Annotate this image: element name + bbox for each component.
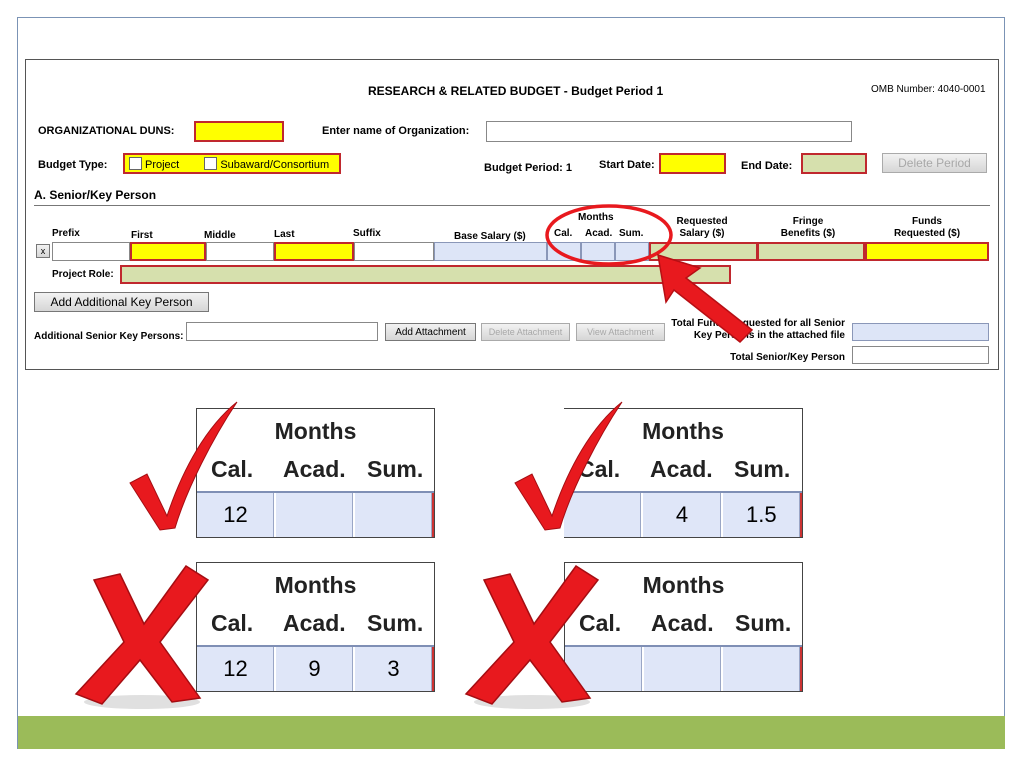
budget-type-label: Budget Type: bbox=[38, 159, 108, 171]
budget-type-group: Project Subaward/Consortium bbox=[123, 153, 341, 174]
form-title: RESEARCH & RELATED BUDGET - Budget Perio… bbox=[368, 84, 664, 98]
zoom-sum: Sum. bbox=[735, 610, 792, 636]
delete-period-button[interactable]: Delete Period bbox=[882, 153, 987, 173]
add-key-person-button[interactable]: Add Additional Key Person bbox=[34, 292, 209, 312]
project-role-label: Project Role: bbox=[52, 269, 114, 280]
footer-bar bbox=[18, 716, 1005, 749]
additional-senior-label: Additional Senior Key Persons: bbox=[34, 331, 184, 342]
remove-row-button[interactable]: x bbox=[36, 244, 50, 258]
zoom-sum-value: 3 bbox=[355, 647, 434, 691]
zoom-acad: Acad. bbox=[283, 610, 346, 636]
col-first: First bbox=[131, 230, 153, 241]
last-name-field[interactable] bbox=[274, 242, 354, 261]
example-incorrect-all: Months Cal. Acad. Sum. 12 9 3 bbox=[196, 562, 435, 692]
prefix-field[interactable] bbox=[52, 242, 130, 261]
end-date-field[interactable] bbox=[801, 153, 867, 174]
col-fringe-line2: Benefits ($) bbox=[780, 228, 836, 239]
omb-number: OMB Number: 4040-0001 bbox=[871, 84, 986, 95]
subaward-option-label: Subaward/Consortium bbox=[220, 159, 330, 171]
zoom-sum: Sum. bbox=[367, 456, 424, 482]
first-name-field[interactable] bbox=[130, 242, 206, 261]
total-senior-field[interactable] bbox=[852, 346, 989, 364]
zoom-sum-value: 1.5 bbox=[723, 493, 802, 537]
start-date-field[interactable] bbox=[659, 153, 726, 174]
section-divider bbox=[34, 205, 990, 206]
zoom-acad: Acad. bbox=[650, 456, 713, 482]
end-date-label: End Date: bbox=[741, 160, 793, 172]
col-last: Last bbox=[274, 229, 295, 240]
col-funds-line2: Requested ($) bbox=[893, 228, 961, 239]
zoom-cal: Cal. bbox=[211, 610, 254, 636]
base-salary-field[interactable] bbox=[434, 242, 547, 261]
org-label: Enter name of Organization: bbox=[322, 125, 470, 137]
zoom-acad-value: 4 bbox=[643, 493, 723, 537]
zoom-acad: Acad. bbox=[651, 610, 714, 636]
duns-field[interactable] bbox=[194, 121, 284, 142]
col-funds-line1: Funds bbox=[912, 216, 942, 227]
section-title: A. Senior/Key Person bbox=[34, 188, 157, 202]
zoom-sum-value bbox=[723, 647, 802, 691]
x-mark-icon bbox=[74, 564, 210, 709]
project-checkbox[interactable] bbox=[129, 157, 142, 170]
checkmark-icon bbox=[129, 401, 238, 531]
total-senior-label: Total Senior/Key Person bbox=[730, 352, 845, 363]
zoom-acad-value: 9 bbox=[276, 647, 355, 691]
zoom-row: 12 9 3 bbox=[197, 645, 434, 691]
col-fringe: Fringe Benefits ($) bbox=[773, 216, 843, 240]
zoom-sum: Sum. bbox=[367, 610, 424, 636]
zoom-acad-value bbox=[644, 647, 723, 691]
middle-name-field[interactable] bbox=[206, 242, 274, 261]
col-prefix: Prefix bbox=[52, 228, 80, 239]
duns-label: ORGANIZATIONAL DUNS: bbox=[38, 125, 175, 137]
zoom-sum-value bbox=[355, 493, 434, 537]
delete-attachment-button[interactable]: Delete Attachment bbox=[481, 323, 570, 341]
zoom-acad-value bbox=[276, 493, 355, 537]
zoom-months: Months bbox=[274, 572, 357, 598]
subaward-checkbox[interactable] bbox=[204, 157, 218, 170]
project-option-label: Project bbox=[145, 159, 180, 171]
budget-form: RESEARCH & RELATED BUDGET - Budget Perio… bbox=[25, 59, 999, 370]
organization-field[interactable] bbox=[486, 121, 852, 142]
x-mark-icon bbox=[464, 564, 600, 709]
additional-senior-field[interactable] bbox=[186, 322, 378, 341]
budget-period-label: Budget Period: 1 bbox=[484, 162, 573, 174]
arrow-icon bbox=[657, 253, 754, 344]
zoom-sum: Sum. bbox=[734, 456, 791, 482]
col-suffix: Suffix bbox=[353, 228, 381, 239]
fringe-benefits-field[interactable] bbox=[757, 242, 865, 261]
col-fringe-line1: Fringe bbox=[792, 216, 824, 227]
col-funds: Funds Requested ($) bbox=[888, 216, 966, 240]
suffix-field[interactable] bbox=[354, 242, 434, 261]
zoom-acad: Acad. bbox=[283, 456, 346, 482]
start-date-label: Start Date: bbox=[599, 159, 655, 171]
add-attachment-button[interactable]: Add Attachment bbox=[385, 323, 476, 341]
funds-requested-field[interactable] bbox=[865, 242, 989, 261]
total-funds-field[interactable] bbox=[852, 323, 989, 341]
col-middle: Middle bbox=[204, 230, 236, 241]
checkmark-icon bbox=[514, 401, 623, 531]
